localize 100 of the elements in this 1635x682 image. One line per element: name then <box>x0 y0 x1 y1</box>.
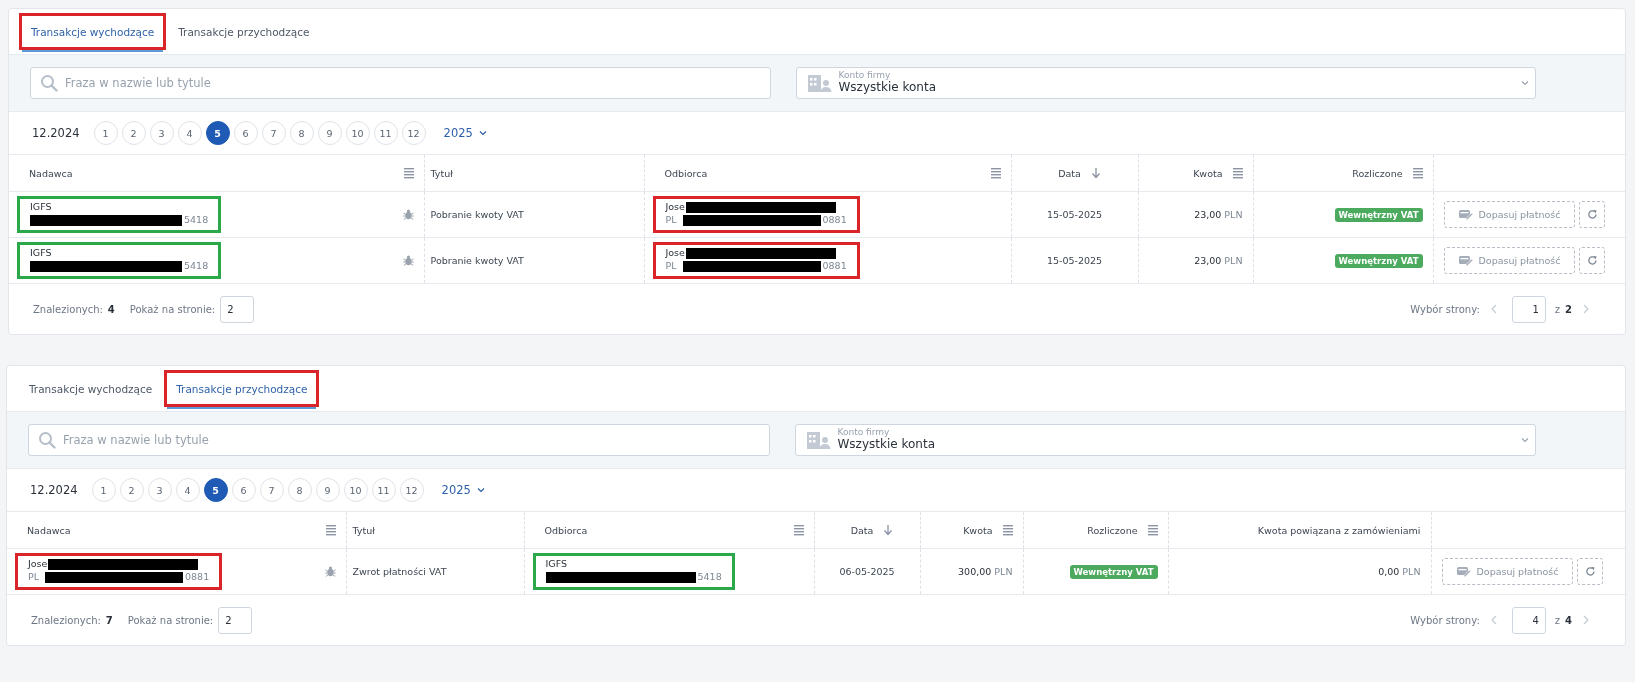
column-header: Rozliczone <box>1087 524 1138 536</box>
found-count: 4 <box>107 303 115 315</box>
party-name: Jose <box>665 247 685 260</box>
month-button[interactable]: 5 <box>205 121 230 145</box>
month-button[interactable]: 10 <box>345 121 370 145</box>
year-dropdown[interactable]: 2025 <box>439 483 487 497</box>
amount: 23,00 PLN <box>1194 209 1243 220</box>
refresh-button[interactable] <box>1579 247 1606 274</box>
card-edit-icon <box>1458 209 1473 220</box>
column-header: Kwota <box>1193 167 1223 179</box>
per-page-field[interactable]: 2 <box>218 606 253 634</box>
month-button[interactable]: 2 <box>121 121 146 145</box>
month-button[interactable]: 6 <box>233 121 258 145</box>
month-button[interactable]: 11 <box>373 121 398 145</box>
status-badge: Wewnętrzny VAT <box>1069 564 1158 579</box>
party-name: Jose <box>28 558 48 571</box>
account-prefix: PL <box>665 260 677 273</box>
page-field[interactable]: 4 <box>1511 606 1546 634</box>
account-select[interactable]: Konto firmy Wszystkie konta <box>794 424 1536 456</box>
month-button[interactable]: 8 <box>287 478 312 502</box>
page-field[interactable]: 1 <box>1511 295 1546 323</box>
menu-icon[interactable] <box>990 167 1001 179</box>
menu-icon[interactable] <box>403 167 414 179</box>
table-cell: 15-05-2025 <box>1046 209 1103 220</box>
month-button[interactable]: 6 <box>231 478 256 502</box>
menu-icon[interactable] <box>325 524 336 536</box>
account-prefix: PL <box>665 214 677 227</box>
party-name: IGFS <box>545 558 567 571</box>
card-edit-icon <box>1458 255 1473 266</box>
period-label: 12.2024 <box>32 126 80 140</box>
column-header: Kwota <box>963 524 993 536</box>
of-label: z <box>1554 614 1561 626</box>
table-cell: Zwrot płatności VAT <box>352 566 447 577</box>
month-button[interactable]: 4 <box>177 121 202 145</box>
month-button[interactable]: 7 <box>261 121 286 145</box>
refresh-icon <box>1584 566 1596 577</box>
month-button[interactable]: 8 <box>289 121 314 145</box>
chevron-right-icon[interactable] <box>1583 615 1589 625</box>
account-suffix: 0881 <box>822 214 847 227</box>
month-button[interactable]: 12 <box>401 121 426 145</box>
menu-icon[interactable] <box>1412 167 1423 179</box>
account-suffix: 5418 <box>184 260 209 273</box>
found-label: Znalezionych: <box>33 303 103 315</box>
column-header: Tytuł <box>430 167 453 179</box>
month-button[interactable]: 9 <box>315 478 340 502</box>
chevron-left-icon[interactable] <box>1490 304 1497 314</box>
month-button[interactable]: 9 <box>317 121 342 145</box>
tab[interactable]: Transakcje przychodzące <box>166 13 322 50</box>
month-button[interactable]: 5 <box>203 478 228 502</box>
column-header: Nadawca <box>27 524 71 536</box>
month-button[interactable]: 10 <box>343 478 368 502</box>
column-header: Tytuł <box>352 524 375 536</box>
column-header: Nadawca <box>29 167 73 179</box>
table-cell: 15-05-2025 <box>1046 255 1103 266</box>
chevron-down-icon <box>478 130 487 136</box>
page-count: 4 <box>1565 614 1572 626</box>
tab[interactable]: Transakcje wychodzące <box>17 370 165 407</box>
month-button[interactable]: 7 <box>259 478 284 502</box>
month-button[interactable]: 1 <box>91 478 116 502</box>
chevron-left-icon[interactable] <box>1490 615 1497 625</box>
found-count: 7 <box>105 614 113 626</box>
month-button[interactable]: 4 <box>175 478 200 502</box>
search-field[interactable]: Fraza w nazwie lub tytule <box>28 424 770 456</box>
building-person-icon <box>806 73 833 93</box>
tab[interactable]: Transakcje przychodzące <box>164 370 320 407</box>
select-value: Wszystkie konta <box>837 438 936 452</box>
menu-icon[interactable] <box>1002 524 1013 536</box>
refresh-button[interactable] <box>1579 201 1606 228</box>
status-badge: Wewnętrzny VAT <box>1334 207 1423 222</box>
per-page-field[interactable]: 2 <box>220 295 255 323</box>
year-dropdown[interactable]: 2025 <box>441 126 489 140</box>
amount: 0,00 PLN <box>1378 566 1421 577</box>
month-button[interactable]: 2 <box>119 478 144 502</box>
chevron-right-icon[interactable] <box>1583 304 1589 314</box>
column-header: Kwota powiązana z zamówieniami <box>1257 524 1421 536</box>
tab[interactable]: Transakcje wychodzące <box>19 13 167 50</box>
column-header: Rozliczone <box>1352 167 1403 179</box>
menu-icon[interactable] <box>1232 167 1243 179</box>
refresh-icon <box>1586 255 1598 266</box>
account-suffix: 5418 <box>697 571 722 584</box>
menu-icon[interactable] <box>793 524 804 536</box>
column-header: Odbiorca <box>544 524 588 536</box>
chevron-down-icon <box>1521 437 1529 443</box>
month-button[interactable]: 3 <box>147 478 172 502</box>
search-field[interactable]: Fraza w nazwie lub tytule <box>30 67 771 99</box>
page-label: Wybór strony: <box>1410 303 1480 315</box>
column-header: Data <box>850 524 874 536</box>
month-button[interactable]: 12 <box>399 478 424 502</box>
select-value: Wszystkie konta <box>838 81 937 95</box>
menu-icon[interactable] <box>1147 524 1158 536</box>
month-button[interactable]: 3 <box>149 121 174 145</box>
account-select[interactable]: Konto firmy Wszystkie konta <box>795 67 1536 99</box>
table-cell: Pobranie kwoty VAT <box>430 209 524 220</box>
refresh-button[interactable] <box>1577 558 1604 585</box>
amount: 23,00 PLN <box>1194 255 1243 266</box>
found-label: Znalezionych: <box>31 614 101 626</box>
column-header: Odbiorca <box>664 167 708 179</box>
month-button[interactable]: 1 <box>93 121 118 145</box>
status-badge: Wewnętrzny VAT <box>1334 253 1423 268</box>
month-button[interactable]: 11 <box>371 478 396 502</box>
